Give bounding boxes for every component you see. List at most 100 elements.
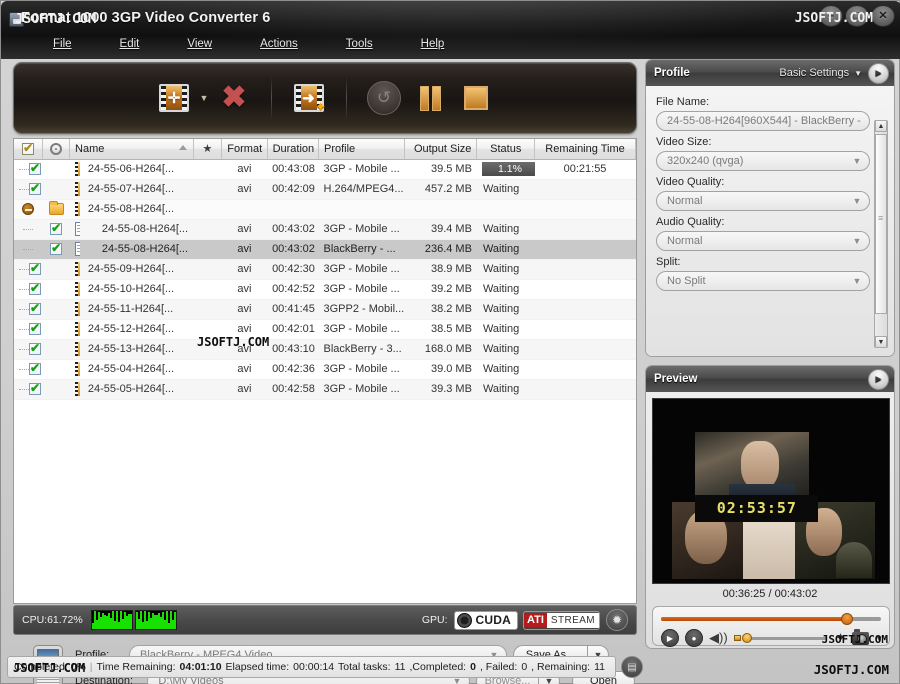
select-all-checkbox[interactable] bbox=[22, 141, 35, 155]
menu-file[interactable]: File bbox=[29, 35, 96, 53]
volume-icon[interactable]: ◀)) bbox=[709, 630, 728, 646]
preview-video[interactable]: 02:53:57 bbox=[652, 398, 890, 584]
refresh-button[interactable]: ↺ bbox=[361, 75, 407, 121]
menu-view[interactable]: View bbox=[163, 35, 236, 53]
header-duration[interactable]: Duration bbox=[267, 139, 320, 160]
row-expander-cell[interactable] bbox=[14, 239, 43, 260]
row-name-cell[interactable]: 24-55-08-H264[... bbox=[79, 199, 222, 220]
row-name-cell[interactable]: 24-55-08-H264[... bbox=[79, 219, 222, 240]
seek-slider[interactable] bbox=[661, 613, 881, 625]
field-text-input[interactable]: 24-55-08-H264[960X544] - BlackBerry - bbox=[656, 111, 870, 131]
scroll-down-button[interactable]: ▼ bbox=[875, 336, 887, 348]
pause-button[interactable] bbox=[407, 75, 453, 121]
row-name-cell[interactable]: 24-55-08-H264[... bbox=[79, 239, 222, 260]
snapshot-icon[interactable] bbox=[852, 628, 870, 645]
minimize-button[interactable]: – bbox=[819, 5, 843, 27]
scrollbar-thumb[interactable] bbox=[875, 134, 887, 314]
file-list[interactable]: Name ★ Format Duration Profile Output Si… bbox=[13, 138, 637, 604]
field-select[interactable]: Normal ▼ bbox=[656, 191, 870, 211]
row-checkbox[interactable] bbox=[50, 241, 63, 256]
row-name-cell[interactable]: 24-55-11-H264[... bbox=[79, 299, 222, 320]
menu-tools[interactable]: Tools bbox=[322, 35, 397, 53]
row-check-cell[interactable] bbox=[42, 359, 70, 380]
row-check-cell[interactable] bbox=[42, 379, 70, 400]
profile-scrollbar[interactable]: ▲ ▼ bbox=[874, 120, 888, 348]
row-check-cell[interactable] bbox=[42, 159, 70, 180]
row-name-cell[interactable]: 24-55-06-H264[... bbox=[79, 159, 222, 180]
scroll-up-button[interactable]: ▲ bbox=[875, 120, 887, 132]
row-checkbox[interactable] bbox=[29, 341, 41, 356]
row-check-cell[interactable] bbox=[42, 179, 70, 200]
row-expander-cell[interactable] bbox=[14, 179, 43, 200]
table-row[interactable]: 24-55-11-H264[...avi00:41:453GPP2 - Mobi… bbox=[14, 299, 636, 320]
header-select-all[interactable] bbox=[14, 139, 44, 160]
row-expander-cell[interactable] bbox=[14, 359, 43, 380]
snapshot-dropdown[interactable]: ▼ bbox=[875, 634, 883, 643]
table-row[interactable]: 24-55-05-H264[...avi00:42:583GP - Mobile… bbox=[14, 379, 636, 400]
header-output-size[interactable]: Output Size bbox=[404, 139, 478, 160]
row-name-cell[interactable]: 24-55-10-H264[... bbox=[79, 279, 222, 300]
table-row[interactable]: 24-55-08-H264[...avi00:43:02BlackBerry -… bbox=[14, 239, 636, 260]
maximize-button[interactable]: □ bbox=[845, 5, 869, 27]
row-expander-cell[interactable] bbox=[14, 379, 43, 400]
seek-handle[interactable] bbox=[841, 613, 854, 625]
preview-panel-collapse-button[interactable]: ► bbox=[868, 369, 889, 390]
table-row[interactable]: 24-55-06-H264[...avi00:43:083GP - Mobile… bbox=[14, 159, 636, 180]
add-file-dropdown[interactable]: ▼ bbox=[197, 75, 211, 121]
header-name[interactable]: Name bbox=[69, 139, 194, 160]
effects-icon[interactable]: ✦ bbox=[835, 630, 846, 646]
row-name-cell[interactable]: 24-55-12-H264[... bbox=[79, 319, 222, 340]
row-name-cell[interactable]: 24-55-05-H264[... bbox=[79, 379, 222, 400]
row-name-cell[interactable]: 24-55-13-H264[... bbox=[79, 339, 222, 360]
row-expander-cell[interactable] bbox=[14, 199, 43, 220]
row-checkbox[interactable] bbox=[29, 181, 41, 196]
menu-edit[interactable]: Edit bbox=[96, 35, 164, 53]
row-checkbox[interactable] bbox=[29, 281, 41, 296]
row-check-cell[interactable] bbox=[42, 219, 70, 240]
volume-handle[interactable] bbox=[741, 633, 752, 643]
row-expander-cell[interactable] bbox=[14, 339, 43, 360]
row-check-cell[interactable] bbox=[42, 299, 70, 320]
header-star[interactable]: ★ bbox=[193, 139, 223, 160]
gpu-settings-button[interactable]: ✹ bbox=[606, 609, 628, 631]
menu-actions[interactable]: Actions bbox=[236, 35, 322, 53]
ati-stream-badge[interactable]: ATI STREAM bbox=[523, 610, 600, 630]
group-collapse-button[interactable] bbox=[22, 203, 35, 216]
row-checkbox[interactable] bbox=[29, 261, 41, 276]
table-row[interactable]: 24-55-09-H264[...avi00:42:303GP - Mobile… bbox=[14, 259, 636, 280]
row-expander-cell[interactable] bbox=[14, 159, 43, 180]
field-select[interactable]: No Split ▼ bbox=[656, 271, 870, 291]
row-expander-cell[interactable] bbox=[14, 259, 43, 280]
header-remaining-time[interactable]: Remaining Time bbox=[534, 139, 636, 160]
table-row[interactable]: 24-55-10-H264[...avi00:42:523GP - Mobile… bbox=[14, 279, 636, 300]
add-file-button[interactable]: ✛ bbox=[151, 75, 197, 121]
row-checkbox[interactable] bbox=[29, 381, 41, 396]
row-expander-cell[interactable] bbox=[14, 319, 43, 340]
table-row[interactable]: 24-55-04-H264[...avi00:42:363GP - Mobile… bbox=[14, 359, 636, 380]
stop-preview-button[interactable]: ● bbox=[685, 629, 703, 647]
close-button[interactable]: ✕ bbox=[871, 5, 895, 27]
row-name-cell[interactable]: 24-55-04-H264[... bbox=[79, 359, 222, 380]
row-expander-cell[interactable] bbox=[14, 299, 43, 320]
row-checkbox[interactable] bbox=[50, 221, 63, 236]
table-row[interactable]: 24-55-13-H264[...avi00:43:10BlackBerry -… bbox=[14, 339, 636, 360]
row-check-cell[interactable] bbox=[42, 279, 70, 300]
row-checkbox[interactable] bbox=[29, 301, 41, 316]
row-check-cell[interactable] bbox=[42, 199, 70, 220]
row-name-cell[interactable]: 24-55-09-H264[... bbox=[79, 259, 222, 280]
field-select[interactable]: 320x240 (qvga) ▼ bbox=[656, 151, 870, 171]
convert-button[interactable]: ➜ ✦ bbox=[286, 75, 332, 121]
field-select[interactable]: Normal ▼ bbox=[656, 231, 870, 251]
row-checkbox[interactable] bbox=[29, 361, 41, 376]
row-check-cell[interactable] bbox=[42, 239, 70, 260]
row-check-cell[interactable] bbox=[42, 339, 70, 360]
row-check-cell[interactable] bbox=[42, 319, 70, 340]
volume-slider[interactable] bbox=[733, 633, 830, 643]
table-row[interactable]: 24-55-08-H264[... bbox=[14, 199, 636, 220]
table-row[interactable]: 24-55-07-H264[...avi00:42:09H.264/MPEG4.… bbox=[14, 179, 636, 200]
stop-button[interactable] bbox=[453, 75, 499, 121]
header-status[interactable]: Status bbox=[476, 139, 536, 160]
settings-mode-dropdown[interactable]: Basic Settings ▼ bbox=[779, 67, 862, 79]
status-toggle-button[interactable]: ▤ bbox=[621, 656, 643, 678]
menu-help[interactable]: Help bbox=[397, 35, 469, 53]
